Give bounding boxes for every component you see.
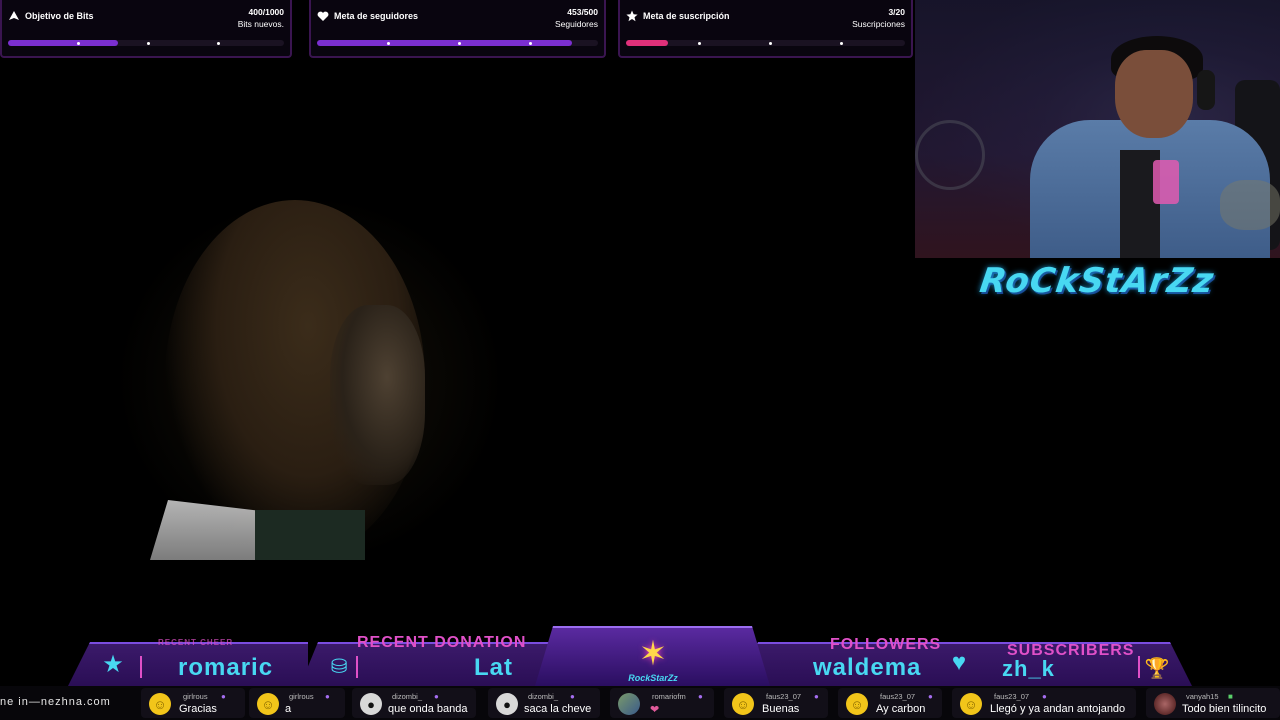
chat-username: faus23_07	[994, 692, 1030, 701]
followers-goal-count: 453/500	[567, 7, 598, 17]
followers-goal-widget: Meta de seguidores 453/500 Seguidores	[309, 0, 606, 58]
badge-icon: ●	[221, 692, 226, 701]
avatar: ☺	[732, 693, 754, 715]
avatar: ☺	[846, 693, 868, 715]
character-face	[330, 305, 425, 485]
subscription-goal-title: Meta de suscripción	[643, 11, 730, 21]
recent-cheer-value: romaric	[178, 654, 274, 681]
chat-text: Llegó y ya andan antojando	[990, 703, 1126, 715]
chat-username: dizombi_	[392, 692, 423, 701]
avatar: ●	[496, 693, 518, 715]
recent-donation-value: Lat	[474, 654, 513, 681]
chat-username: romariofm	[652, 692, 686, 701]
chat-text: ❤	[650, 704, 660, 716]
heart-icon: ♥	[951, 649, 967, 676]
badge-icon: ●	[928, 692, 933, 701]
chat-username: faus23_07	[880, 692, 916, 701]
avatar: ☺	[257, 693, 279, 715]
avatar: ●	[360, 693, 382, 715]
badge-text: RockStarZz	[628, 673, 678, 683]
followers-label: FOLLOWERS	[830, 636, 942, 653]
bits-goal-progress	[8, 40, 284, 46]
badge-icon: ●	[570, 692, 575, 701]
chat-username: girlrous	[183, 692, 208, 701]
chat-message: vanyah15 ■ Todo bien tilincito	[1146, 688, 1280, 718]
chat-text: saca la cheve	[524, 703, 592, 715]
chat-message: ☺ faus23_07 ● Ay carbon	[838, 688, 942, 718]
chat-text: Gracias	[179, 703, 217, 715]
chat-text: a	[285, 703, 292, 715]
star-icon: ★	[102, 651, 124, 678]
badge-icon: ●	[325, 692, 330, 701]
chat-username: dizombi_	[528, 692, 559, 701]
alerts-bar: ✶ RockStarZz ★ RECENT CHEER romaric ⛁ RE…	[0, 626, 1280, 686]
avatar	[618, 693, 640, 715]
followers-goal-progress	[317, 40, 598, 46]
channel-logo: RoCkStArZz	[977, 261, 1217, 301]
subscribers-value: zh_k	[1002, 656, 1055, 681]
chat-message: ☺ girlrous ● a	[249, 688, 345, 718]
badge-icon: ■	[1228, 692, 1233, 701]
chat-message: ☺ faus23_07 ● Llegó y ya andan antojando	[952, 688, 1136, 718]
chat-username: girlrous	[289, 692, 314, 701]
chat-message: romariofm ● ❤	[610, 688, 714, 718]
recent-donation-label: RECENT DONATION	[357, 634, 527, 651]
subscription-goal-progress	[626, 40, 905, 46]
avatar: ☺	[149, 693, 171, 715]
chat-username: faus23_07	[766, 692, 802, 701]
followers-goal-title: Meta de seguidores	[334, 11, 419, 21]
badge-icon: ●	[1042, 692, 1047, 701]
fan-icon	[915, 120, 985, 190]
bits-icon	[9, 11, 19, 20]
star-icon	[626, 10, 638, 22]
chat-ticker: ne in—nezhna.com ☺ girlrous ● Gracias ☺ …	[0, 686, 1280, 720]
chat-message: ● dizombi_ ● que onda banda	[352, 688, 476, 718]
heart-icon	[317, 11, 329, 21]
star-emblem-icon: ✶	[638, 635, 668, 673]
chat-message: ☺ girlrous ● Gracias	[141, 688, 245, 718]
bits-goal-title: Objetivo de Bits	[25, 11, 94, 21]
chat-message: ● dizombi_ ● saca la cheve	[488, 688, 600, 718]
badge-icon: ●	[698, 692, 703, 701]
followers-goal-subtitle: Seguidores	[554, 19, 598, 29]
subscription-goal-subtitle: Suscripciones	[852, 19, 905, 29]
trophy-icon: 🏆	[1144, 658, 1170, 680]
avatar	[1154, 693, 1176, 715]
chat-text: que onda banda	[388, 703, 468, 715]
subscription-goal-count: 3/20	[888, 7, 905, 17]
badge-icon: ●	[434, 692, 439, 701]
recent-cheer-label: RECENT CHEER	[158, 638, 234, 647]
badge-icon: ●	[814, 692, 819, 701]
headset-icon	[1197, 70, 1215, 110]
bits-goal-subtitle: Bits nuevos.	[237, 19, 284, 29]
avatar: ☺	[960, 693, 982, 715]
chat-message: ☺ faus23_07 ● Buenas	[724, 688, 828, 718]
ticker-lead-text: ne in—nezhna.com	[0, 696, 111, 708]
bits-goal-widget: Objetivo de Bits 400/1000 Bits nuevos.	[0, 0, 292, 58]
chat-username: vanyah15	[1186, 692, 1219, 701]
bits-goal-count: 400/1000	[248, 7, 284, 17]
chat-text: Ay carbon	[876, 703, 926, 715]
chat-text: Todo bien tilincito	[1182, 703, 1267, 715]
chat-text: Buenas	[762, 703, 800, 715]
coins-icon: ⛁	[330, 656, 348, 678]
game-capture	[0, 60, 913, 625]
webcam-feed	[915, 0, 1280, 258]
followers-value: waldema	[813, 654, 922, 681]
character-jacket	[255, 510, 365, 560]
subscription-goal-widget: Meta de suscripción 3/20 Suscripciones	[618, 0, 913, 58]
